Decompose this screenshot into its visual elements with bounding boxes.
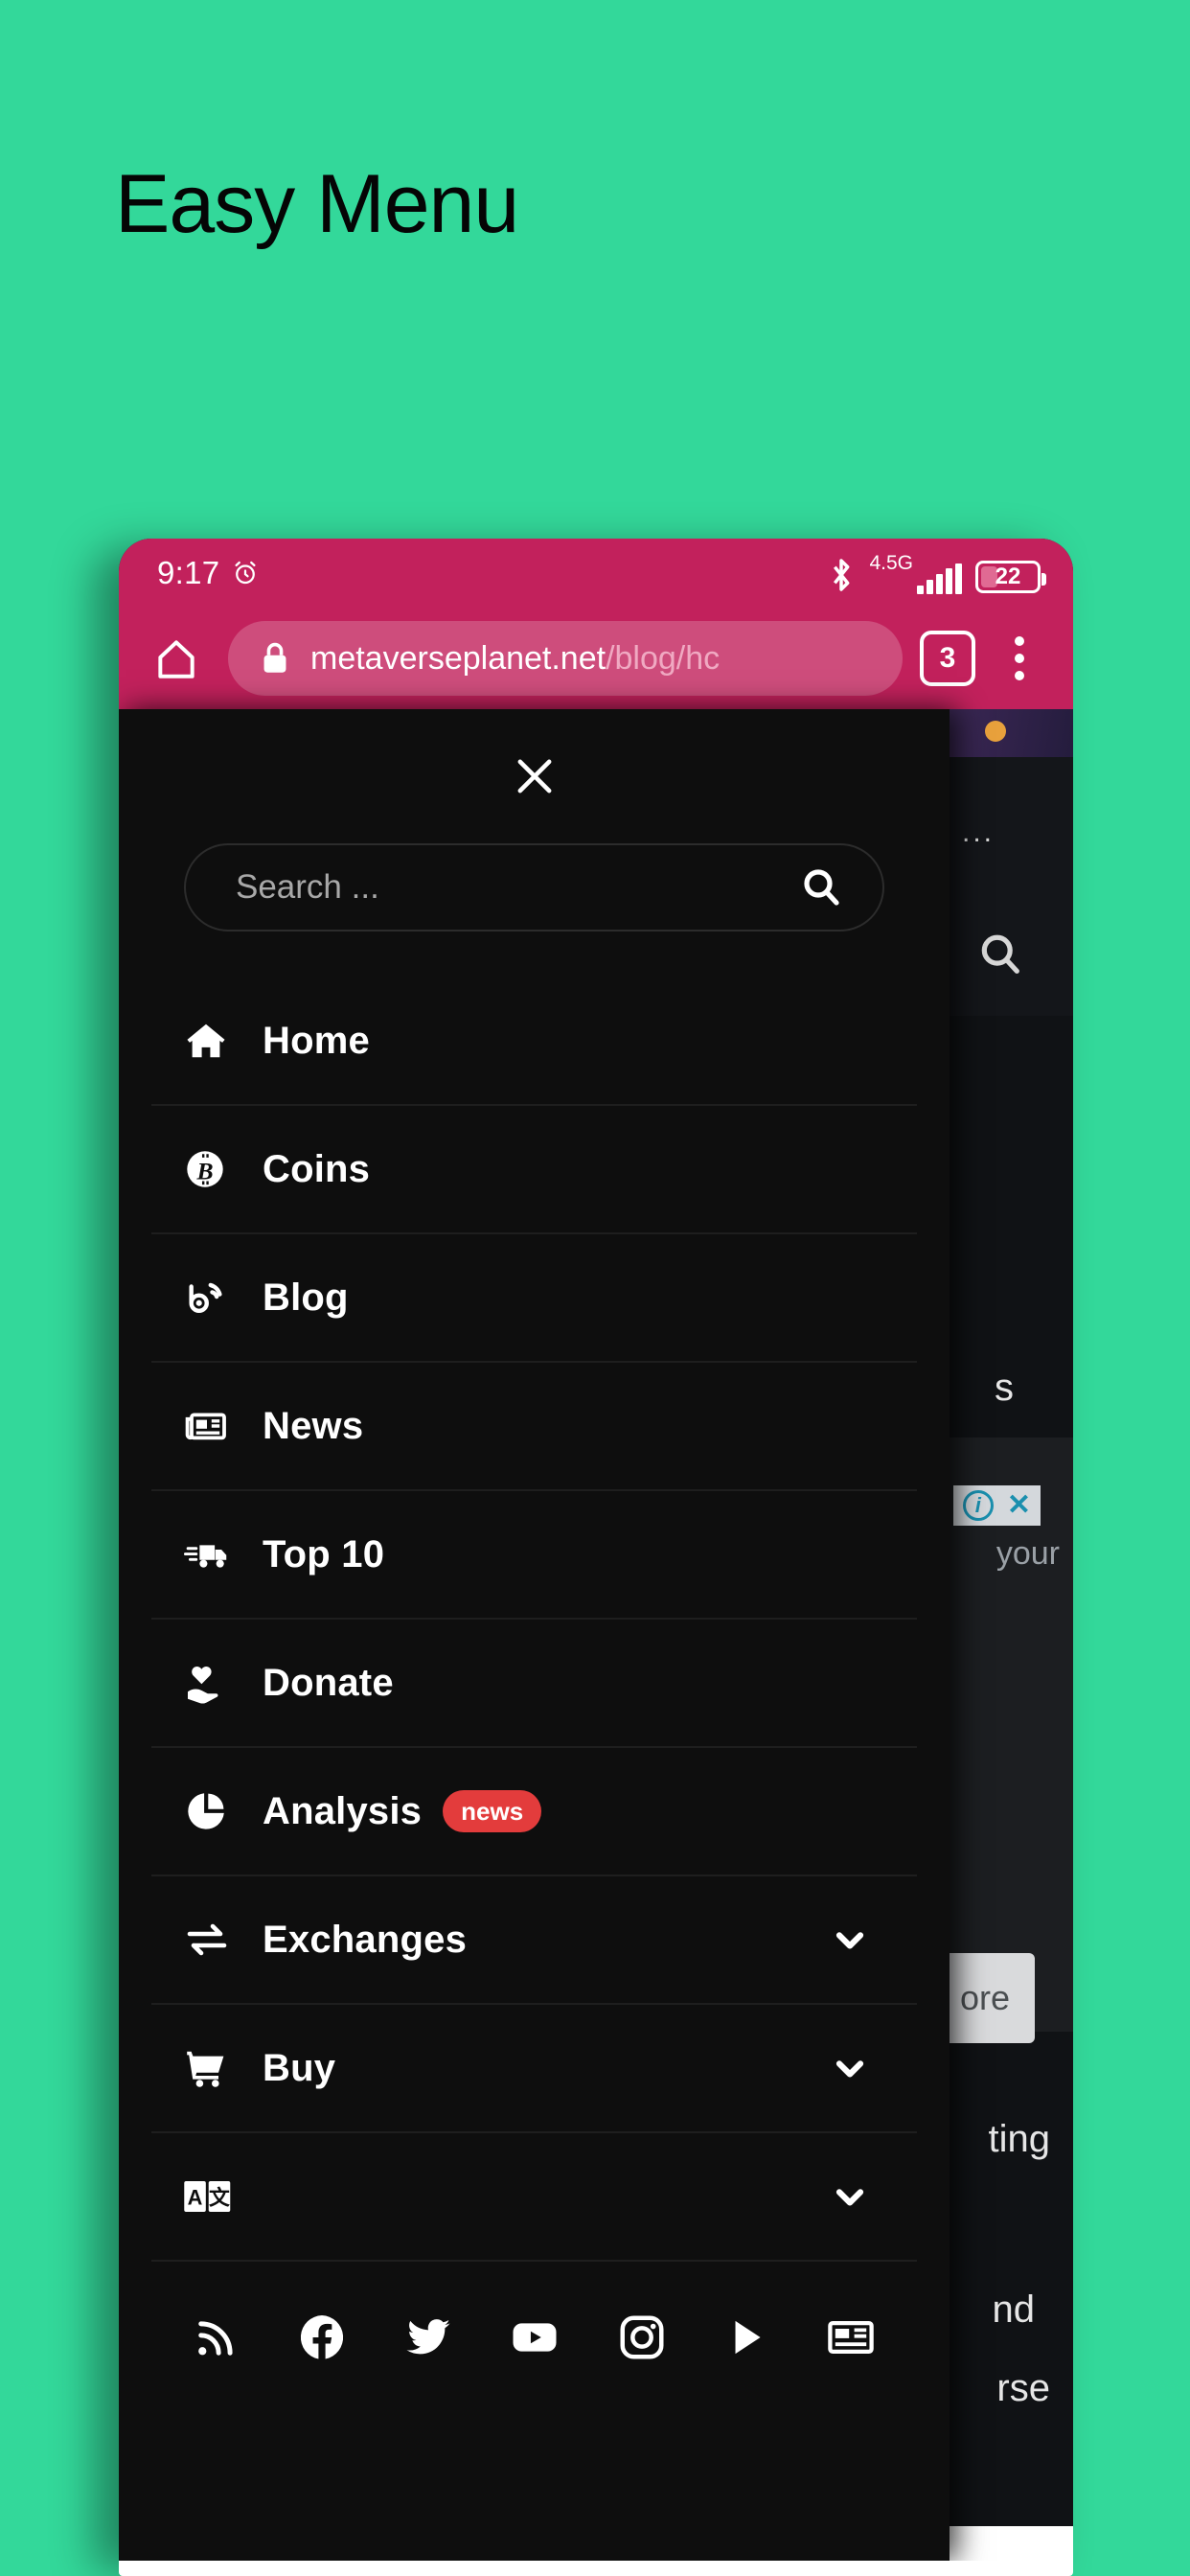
youtube-icon[interactable]	[509, 2312, 561, 2363]
status-time: 9:17	[157, 555, 220, 590]
rss-icon[interactable]	[192, 2312, 241, 2362]
svg-text:B: B	[195, 1157, 213, 1184]
menu-item-exchanges[interactable]: Exchanges	[151, 1876, 917, 2005]
shopping-cart-icon	[184, 2045, 263, 2091]
facebook-icon[interactable]	[296, 2312, 348, 2363]
status-badge: news	[443, 1790, 542, 1832]
menu-item-label: Donate	[263, 1661, 394, 1704]
chevron-down-icon[interactable]	[829, 1919, 884, 1961]
search-placeholder: Search ...	[236, 868, 379, 906]
drawer-menu: Home B Coins Blog News Top 10 Donate Ana…	[151, 978, 917, 2262]
close-icon[interactable]: ✕	[1007, 1491, 1031, 1520]
menu-item-donate[interactable]: Donate	[151, 1620, 917, 1748]
hand-heart-icon	[184, 1660, 263, 1706]
menu-item-news[interactable]: News	[151, 1363, 917, 1491]
background-text-fragment: nd	[992, 2288, 1036, 2331]
background-dots: ...	[961, 816, 995, 848]
background-text-fragment: your	[995, 1535, 1060, 1572]
info-icon[interactable]: i	[962, 1490, 994, 1521]
svg-text:文: 文	[209, 2186, 230, 2211]
url-text: metaverseplanet.net/blog/hc	[310, 640, 720, 678]
news-icon[interactable]	[825, 2312, 877, 2363]
phone-mockup: 9:17 4.5G 22 metaverseplanet.net/blog/hc…	[119, 539, 1073, 2561]
exchange-icon	[184, 1917, 263, 1963]
url-path: /blog/hc	[606, 639, 721, 677]
bluetooth-icon	[827, 556, 856, 594]
background-search-icon[interactable]	[975, 930, 1025, 979]
background-text-fragment: s	[995, 1367, 1014, 1409]
newspaper-icon	[184, 1403, 263, 1449]
menu-item-home[interactable]: Home	[151, 978, 917, 1106]
menu-item-top-10[interactable]: Top 10	[151, 1491, 917, 1620]
home-icon[interactable]	[142, 634, 211, 682]
tab-count: 3	[939, 642, 956, 674]
menu-item-analysis[interactable]: Analysis news	[151, 1748, 917, 1876]
menu-item-language[interactable]: A 文	[151, 2133, 917, 2262]
navigation-drawer: Search ... Home B Coins Blog News Top 10…	[119, 709, 950, 2561]
battery-level: 22	[995, 563, 1021, 589]
kebab-menu-icon[interactable]	[993, 636, 1046, 680]
lock-icon	[261, 641, 289, 676]
tab-counter-button[interactable]: 3	[920, 631, 975, 686]
search-input[interactable]: Search ...	[184, 843, 884, 932]
instagram-icon[interactable]	[616, 2312, 668, 2363]
signal-bars-icon	[917, 563, 962, 594]
chevron-down-icon[interactable]	[829, 2175, 884, 2218]
page-title: Easy Menu	[115, 158, 519, 250]
alarm-icon	[231, 559, 260, 587]
menu-item-buy[interactable]: Buy	[151, 2005, 917, 2133]
menu-item-label: Coins	[263, 1147, 371, 1190]
signal-indicator: 4.5G	[869, 553, 962, 594]
menu-item-label: Blog	[263, 1276, 349, 1319]
network-type-label: 4.5G	[869, 551, 913, 574]
menu-item-label: Top 10	[263, 1532, 385, 1576]
house-icon	[184, 1019, 263, 1063]
browser-viewport: ... i ✕ ting nd rse s your ore Search ..…	[119, 709, 1073, 2561]
battery-icon: 22	[975, 560, 1046, 593]
menu-item-blog[interactable]: Blog	[151, 1234, 917, 1363]
twitter-icon[interactable]	[402, 2312, 454, 2363]
browser-toolbar: metaverseplanet.net/blog/hc 3	[119, 608, 1073, 709]
menu-item-label: News	[263, 1404, 364, 1447]
menu-item-label: Home	[263, 1019, 370, 1062]
close-drawer-button[interactable]	[151, 709, 917, 843]
truck-icon	[184, 1530, 263, 1578]
bitcoin-icon: B	[184, 1148, 263, 1190]
url-bar[interactable]: metaverseplanet.net/blog/hc	[228, 621, 903, 696]
url-domain: metaverseplanet.net	[310, 639, 606, 677]
status-bar-right: 4.5G 22	[827, 553, 1046, 594]
social-links	[151, 2312, 917, 2363]
translate-icon: A 文	[184, 2181, 263, 2212]
search-icon[interactable]	[798, 864, 844, 910]
svg-text:A: A	[188, 2186, 203, 2210]
google-play-icon[interactable]	[722, 2313, 770, 2361]
background-text-fragment: rse	[996, 2367, 1050, 2409]
chevron-down-icon[interactable]	[829, 2047, 884, 2089]
blog-rss-icon	[184, 1276, 263, 1320]
status-bar-left: 9:17	[157, 555, 260, 591]
background-text-fragment: ting	[988, 2118, 1051, 2160]
menu-item-coins[interactable]: B Coins	[151, 1106, 917, 1234]
status-bar: 9:17 4.5G 22	[119, 539, 1073, 608]
ad-controls[interactable]: i ✕	[952, 1485, 1041, 1526]
pie-chart-icon	[184, 1789, 263, 1833]
menu-item-label: Exchanges	[263, 1918, 468, 1961]
menu-item-label: Buy	[263, 2046, 336, 2089]
menu-item-label: Analysis	[263, 1789, 423, 1832]
